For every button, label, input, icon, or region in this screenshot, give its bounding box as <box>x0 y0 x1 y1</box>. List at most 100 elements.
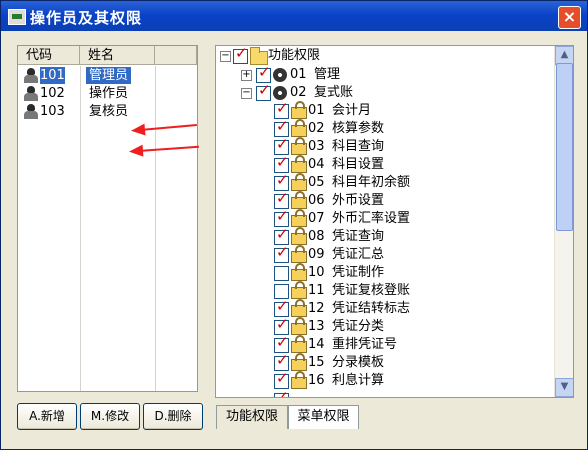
dialog-content: 代码 姓名 101 管理员 102 操作员 103 复核员 A.新增 M.修改 … <box>1 31 587 449</box>
user-icon <box>23 104 39 119</box>
lock-icon <box>291 209 307 227</box>
close-button[interactable]: × <box>558 6 581 29</box>
item-checkbox[interactable]: ✓ <box>274 245 289 263</box>
module-icon <box>273 68 287 82</box>
permission-name: 重排凭证号 <box>332 337 398 352</box>
permission-name: 科目查询 <box>332 139 385 154</box>
empty-column-header <box>155 46 197 65</box>
permission-code: 16 <box>308 373 325 388</box>
operator-row-101[interactable]: 101 管理员 <box>20 67 196 84</box>
permissions-tree[interactable]: − ✓ 功能权限 + ✓ 01 管理 − ✓ 02 复式账 ✓ 01 会计月 ✓ 02 核… <box>215 45 574 398</box>
permission-name: 外币汇率设置 <box>332 211 411 226</box>
permission-code: 12 <box>308 301 325 316</box>
operator-row-102[interactable]: 102 操作员 <box>20 85 196 102</box>
permission-name: 凭证分类 <box>332 319 385 334</box>
collapse-icon[interactable]: − <box>241 88 252 99</box>
lock-icon <box>291 353 307 371</box>
permission-item[interactable]: ✓ 15 分录模板 <box>274 353 544 372</box>
permission-item[interactable]: ✓ 04 科目设置 <box>274 155 544 174</box>
lock-icon <box>291 137 307 155</box>
permission-item[interactable]: ✓ 08 凭证查询 <box>274 227 544 246</box>
permission-item[interactable]: ✓ 14 重排凭证号 <box>274 335 544 354</box>
tab-menu-permissions[interactable]: 菜单权限 <box>288 405 359 429</box>
group-name: 复式账 <box>314 85 354 100</box>
permission-code: 10 <box>308 265 325 280</box>
permission-item[interactable]: ✓ 07 外币汇率设置 <box>274 209 544 228</box>
permission-code: 13 <box>308 319 325 334</box>
lock-icon <box>291 245 307 263</box>
permission-name: 分录模板 <box>332 355 385 370</box>
permission-item[interactable]: ✓ 02 核算参数 <box>274 119 544 138</box>
operator-code: 101 <box>40 67 65 84</box>
permission-code: 01 <box>308 103 325 118</box>
tree-group-02[interactable]: − ✓ 02 复式账 <box>218 83 548 102</box>
permission-item[interactable]: ✓ 12 凭证结转标志 <box>274 299 544 318</box>
permission-name: 凭证制作 <box>332 265 385 280</box>
expand-icon[interactable]: + <box>241 70 252 81</box>
permission-name: 外币设置 <box>332 193 385 208</box>
permission-item[interactable]: ✓ 13 凭证分类 <box>274 317 544 336</box>
permission-item[interactable]: 10 凭证制作 <box>274 263 544 282</box>
permission-item[interactable]: ✓ 05 科目年初余额 <box>274 173 544 192</box>
operator-list[interactable]: 代码 姓名 101 管理员 102 操作员 103 复核员 <box>17 45 198 392</box>
permission-name: 核算参数 <box>332 121 385 136</box>
module-icon <box>273 86 287 100</box>
tab-function-permissions[interactable]: 功能权限 <box>216 405 288 429</box>
scroll-down-button[interactable]: ▼ <box>555 378 573 397</box>
lock-icon <box>291 101 307 119</box>
permission-item[interactable]: ✓ 06 外币设置 <box>274 191 544 210</box>
permission-code: 09 <box>308 247 325 262</box>
permission-item[interactable]: ✓ 01 会计月 <box>274 101 544 120</box>
lock-icon <box>291 155 307 173</box>
vertical-scrollbar[interactable]: ▲ ▼ <box>554 46 573 397</box>
collapse-icon[interactable]: − <box>220 51 231 62</box>
permission-code: 03 <box>308 139 325 154</box>
lock-icon <box>291 299 307 317</box>
permission-name: 凭证结转标志 <box>332 301 411 316</box>
permission-item[interactable]: ✓ 16 利息计算 <box>274 371 544 390</box>
permission-name: 凭证复核登账 <box>332 283 411 298</box>
user-icon <box>23 86 39 101</box>
item-checkbox[interactable] <box>274 266 289 281</box>
delete-button[interactable]: D.删除 <box>143 403 203 430</box>
name-column-header[interactable]: 姓名 <box>80 46 155 65</box>
scroll-thumb[interactable] <box>556 63 573 231</box>
permission-code: 08 <box>308 229 325 244</box>
permission-code: 05 <box>308 175 325 190</box>
permission-code: 11 <box>308 283 325 298</box>
lock-icon <box>291 281 307 299</box>
item-checkbox[interactable]: ✓ <box>274 371 289 389</box>
code-column-header[interactable]: 代码 <box>18 46 80 65</box>
permission-code: 04 <box>308 157 325 172</box>
tree-root-label: 功能权限 <box>268 48 321 63</box>
permissions-window: 操作员及其权限 × 代码 姓名 101 管理员 102 操作员 103 复核员 <box>0 0 588 450</box>
permission-code: 07 <box>308 211 325 226</box>
group-checkbox[interactable]: ✓ <box>256 83 271 101</box>
operator-name: 管理员 <box>86 67 132 84</box>
permission-item[interactable]: ✓ 03 科目查询 <box>274 137 544 156</box>
permission-code: 06 <box>308 193 325 208</box>
lock-icon <box>291 317 307 335</box>
root-checkbox[interactable]: ✓ <box>233 46 248 64</box>
lock-icon <box>291 191 307 209</box>
user-icon <box>23 68 39 83</box>
edit-button[interactable]: M.修改 <box>80 403 140 430</box>
lock-icon <box>291 173 307 191</box>
lock-icon <box>291 227 307 245</box>
lock-icon <box>291 371 307 389</box>
operator-row-103[interactable]: 103 复核员 <box>20 103 196 120</box>
permission-item[interactable]: 11 凭证复核登账 <box>274 281 544 300</box>
permission-name: 科目设置 <box>332 157 385 172</box>
permission-name: 凭证查询 <box>332 229 385 244</box>
operator-code: 103 <box>40 104 65 119</box>
operator-code: 102 <box>40 86 65 101</box>
permission-code: 02 <box>308 121 325 136</box>
permission-item[interactable]: ✓ 09 凭证汇总 <box>274 245 544 264</box>
group-name: 管理 <box>314 67 341 82</box>
partial-row: ✓ <box>274 390 374 397</box>
item-checkbox[interactable]: ✓ <box>274 390 289 397</box>
permission-name: 科目年初余额 <box>332 175 411 190</box>
lock-icon <box>291 263 307 281</box>
add-button[interactable]: A.新增 <box>17 403 77 430</box>
title-bar[interactable]: 操作员及其权限 × <box>1 1 587 31</box>
